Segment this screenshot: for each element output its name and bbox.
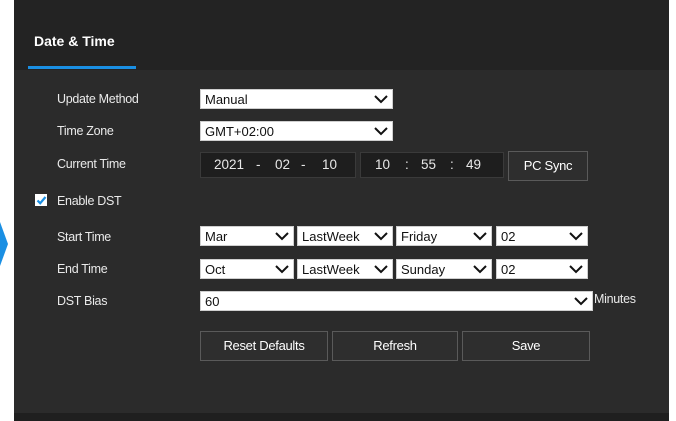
- chevron-down-icon: [275, 265, 289, 274]
- panel-header: Date & Time: [14, 0, 669, 70]
- start-month-select[interactable]: Mar: [200, 226, 294, 246]
- minute-value: 55: [421, 157, 437, 172]
- enable-dst-label: Enable DST: [57, 194, 122, 208]
- refresh-button[interactable]: Refresh: [332, 331, 458, 361]
- chevron-down-icon: [569, 232, 583, 241]
- end-weekday-select[interactable]: Sunday: [396, 259, 492, 279]
- end-time-label: End Time: [57, 262, 108, 276]
- checkmark-icon: [36, 196, 47, 205]
- page-title: Date & Time: [34, 33, 115, 49]
- chevron-down-icon: [374, 265, 388, 274]
- panel-bottom-bar: [14, 413, 669, 421]
- update-method-select[interactable]: Manual: [200, 89, 393, 109]
- side-panel-toggle-arrow[interactable]: [0, 222, 8, 266]
- start-week-select[interactable]: LastWeek: [297, 226, 393, 246]
- current-date-field[interactable]: 2021 - 02 - 10: [200, 152, 356, 178]
- reset-defaults-button[interactable]: Reset Defaults: [200, 331, 328, 361]
- save-button[interactable]: Save: [462, 331, 590, 361]
- dst-bias-label: DST Bias: [57, 294, 108, 308]
- chevron-down-icon: [569, 265, 583, 274]
- end-hour-select[interactable]: 02: [496, 259, 588, 279]
- chevron-down-icon: [473, 232, 487, 241]
- start-hour-select[interactable]: 02: [496, 226, 588, 246]
- pc-sync-button[interactable]: PC Sync: [508, 151, 588, 181]
- start-month-value: Mar: [205, 229, 228, 244]
- time-separator: :: [405, 157, 409, 172]
- dst-bias-select[interactable]: 60: [200, 291, 593, 311]
- time-separator: :: [450, 157, 454, 172]
- year-value: 2021: [214, 157, 245, 172]
- date-separator: -: [256, 157, 261, 172]
- date-time-panel: Date & Time Update Method Manual Time Zo…: [14, 0, 669, 414]
- end-hour-value: 02: [501, 262, 516, 277]
- start-hour-value: 02: [501, 229, 516, 244]
- end-weekday-value: Sunday: [401, 262, 446, 277]
- end-month-select[interactable]: Oct: [200, 259, 294, 279]
- start-time-label: Start Time: [57, 230, 111, 244]
- time-zone-value: GMT+02:00: [205, 124, 275, 139]
- date-separator: -: [301, 157, 306, 172]
- dst-bias-value: 60: [205, 294, 220, 309]
- current-time-label: Current Time: [57, 157, 126, 171]
- time-zone-label: Time Zone: [57, 124, 114, 138]
- enable-dst-checkbox[interactable]: [35, 194, 47, 206]
- update-method-label: Update Method: [57, 92, 139, 106]
- chevron-down-icon: [275, 232, 289, 241]
- active-tab-underline: [28, 66, 136, 69]
- time-zone-select[interactable]: GMT+02:00: [200, 121, 393, 141]
- chevron-down-icon: [374, 127, 388, 136]
- chevron-down-icon: [374, 232, 388, 241]
- second-value: 49: [466, 157, 482, 172]
- start-weekday-select[interactable]: Friday: [396, 226, 492, 246]
- chevron-down-icon: [473, 265, 487, 274]
- chevron-down-icon: [374, 95, 388, 104]
- start-week-value: LastWeek: [302, 229, 360, 244]
- end-month-value: Oct: [205, 262, 226, 277]
- dst-bias-unit: Minutes: [594, 292, 636, 306]
- month-value: 02: [275, 157, 291, 172]
- hour-value: 10: [375, 157, 391, 172]
- update-method-value: Manual: [205, 92, 248, 107]
- end-week-select[interactable]: LastWeek: [297, 259, 393, 279]
- start-weekday-value: Friday: [401, 229, 438, 244]
- end-week-value: LastWeek: [302, 262, 360, 277]
- day-value: 10: [322, 157, 338, 172]
- current-clock-field[interactable]: 10 : 55 : 49: [360, 152, 504, 178]
- chevron-down-icon: [574, 297, 588, 306]
